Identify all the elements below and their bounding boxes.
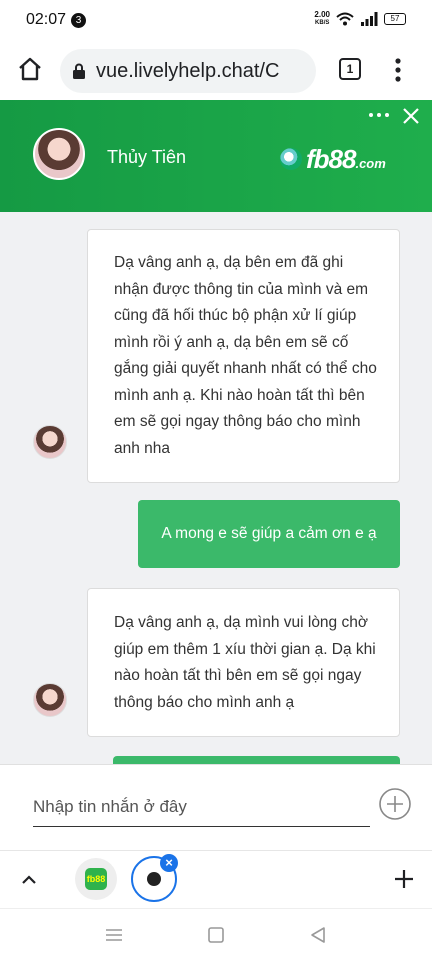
browser-toolbar: vue.livelyhelp.chat/C 1 — [0, 42, 432, 98]
address-bar[interactable]: vue.livelyhelp.chat/C — [60, 49, 316, 93]
network-speed-value: 2.00 — [314, 10, 330, 19]
chat-header: Thủy Tiên fb88 .com — [0, 100, 432, 212]
agent-name: Thủy Tiên — [107, 147, 187, 167]
overflow-menu-icon[interactable] — [392, 56, 404, 84]
chevron-up-icon[interactable] — [18, 869, 40, 891]
chat-messages[interactable]: Dạ vâng anh ạ, dạ bên em đã ghi nhận đượ… — [0, 212, 432, 764]
outgoing-message-partial — [113, 756, 400, 764]
close-icon[interactable] — [401, 106, 421, 126]
back-triangle-icon[interactable] — [307, 924, 329, 946]
system-navigation-bar — [0, 908, 432, 960]
notification-count-badge: 3 — [71, 13, 86, 28]
tab-fb88[interactable]: fb88 — [75, 858, 117, 900]
agent-avatar-small — [33, 425, 67, 459]
status-time: 02:07 — [26, 11, 67, 28]
brand-suffix: .com — [355, 155, 386, 171]
outgoing-message: A mong e sẽ giúp a cảm ơn e ạ — [138, 500, 400, 568]
signal-icon — [361, 12, 378, 26]
brand-logo: fb88 .com — [280, 144, 386, 174]
message-input[interactable] — [33, 787, 370, 827]
url-text: vue.livelyhelp.chat/C — [96, 60, 280, 82]
recents-menu-icon[interactable] — [103, 924, 125, 946]
agent-avatar-small — [33, 683, 67, 717]
incoming-message: Dạ vâng anh ạ, dạ mình vui lòng chờ giúp… — [87, 588, 400, 737]
brand-name: fb88 — [306, 143, 356, 174]
wifi-icon — [336, 12, 354, 26]
home-icon[interactable] — [16, 55, 44, 83]
browser-tab-strip: fb88 × — [0, 850, 432, 908]
fb88-favicon: fb88 — [85, 868, 107, 890]
incoming-message: Dạ vâng anh ạ, dạ bên em đã ghi nhận đượ… — [87, 229, 400, 483]
soccer-ball-icon — [280, 148, 302, 170]
battery-indicator: 57 — [384, 13, 406, 25]
lock-icon — [73, 63, 85, 79]
tab-switcher-button[interactable]: 1 — [339, 58, 361, 80]
agent-avatar — [33, 128, 85, 180]
add-attachment-icon[interactable] — [378, 787, 412, 821]
more-horizontal-icon[interactable] — [368, 110, 390, 120]
message-composer — [0, 764, 432, 850]
status-icons: 2.00 KB/S 57 — [314, 11, 406, 27]
network-speed: 2.00 KB/S — [314, 11, 330, 27]
close-tab-icon[interactable]: × — [160, 854, 178, 872]
globe-icon — [147, 872, 161, 886]
new-tab-icon[interactable] — [392, 867, 416, 891]
status-bar: 02:07 3 2.00 KB/S 57 — [0, 0, 432, 42]
home-square-icon[interactable] — [205, 924, 227, 946]
network-speed-unit: KB/S — [315, 20, 330, 26]
